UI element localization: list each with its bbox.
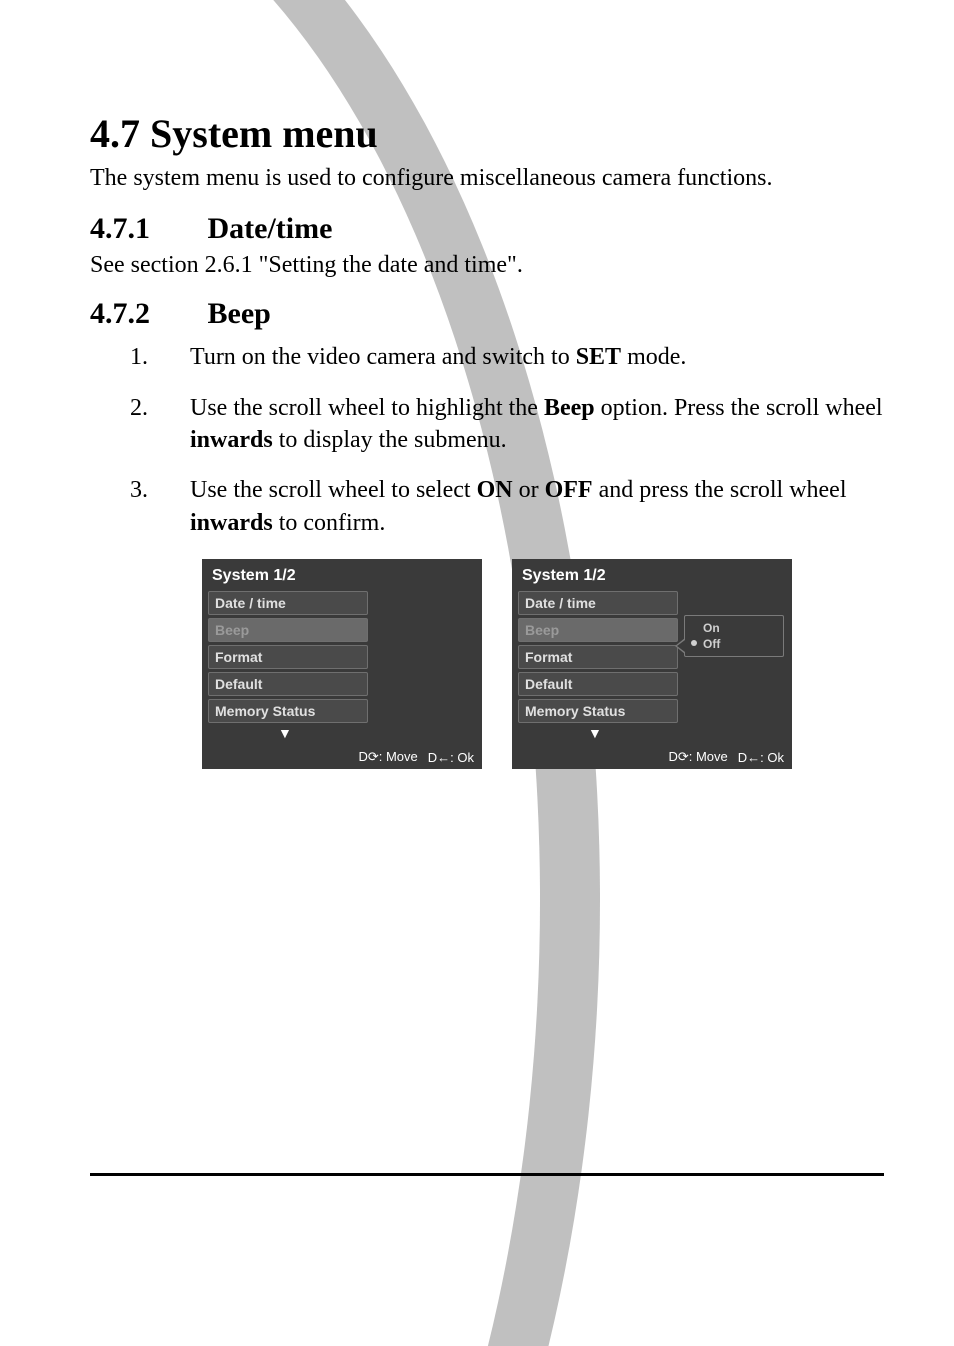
step-item: 2. Use the scroll wheel to highlight the… (130, 392, 884, 457)
lcd-menu-item-format[interactable]: Format (208, 645, 368, 669)
step-number: 2. (130, 392, 190, 457)
section-number: 4.7 (90, 111, 140, 156)
more-items-down-icon: ▼ (208, 726, 476, 740)
footer-rule (90, 1173, 884, 1176)
step-item: 3. Use the scroll wheel to select ON or … (130, 474, 884, 539)
beep-submenu-popup: On Off (684, 615, 784, 657)
lcd-menu-item-default[interactable]: Default (518, 672, 678, 696)
subsection-title: Date/time (208, 212, 333, 245)
lcd-system-menu: System 1/2 Date / time Beep Format Defau… (202, 559, 482, 769)
lcd-menu-item-beep[interactable]: Beep (518, 618, 678, 642)
step-number: 3. (130, 474, 190, 539)
lcd-hint-bar: D⟳: Move D←: Ok (518, 749, 786, 765)
lcd-menu-item-beep[interactable]: Beep (208, 618, 368, 642)
lcd-menu-item-memory-status[interactable]: Memory Status (518, 699, 678, 723)
beep-option-off[interactable]: Off (691, 636, 777, 652)
lcd-menu-list: Date / time Beep Format Default Memory S… (518, 591, 678, 726)
subsection-date-time: 4.7.1 Date/time (90, 212, 884, 246)
lcd-screenshots: System 1/2 Date / time Beep Format Defau… (90, 559, 884, 769)
subsection-title: Beep (208, 297, 271, 330)
section-title-text: System menu (150, 111, 378, 156)
lcd-hint-bar: D⟳: Move D←: Ok (208, 749, 476, 765)
subsection-number: 4.7.2 (90, 297, 200, 331)
lcd-menu-item-format[interactable]: Format (518, 645, 678, 669)
lcd-menu-item-date-time[interactable]: Date / time (518, 591, 678, 615)
selected-dot-icon (691, 640, 697, 646)
step-text: Turn on the video camera and switch to S… (190, 341, 884, 373)
lcd-title: System 1/2 (208, 565, 476, 591)
lcd-system-menu-with-popup: System 1/2 Date / time Beep Format Defau… (512, 559, 792, 769)
more-items-down-icon: ▼ (518, 726, 786, 740)
step-item: 1. Turn on the video camera and switch t… (130, 341, 884, 373)
beep-option-on[interactable]: On (691, 620, 777, 636)
lcd-menu-item-memory-status[interactable]: Memory Status (208, 699, 368, 723)
subsection-beep: 4.7.2 Beep (90, 297, 884, 331)
scroll-wheel-icon: D⟳ (668, 749, 688, 764)
lcd-menu-item-date-time[interactable]: Date / time (208, 591, 368, 615)
section-heading: 4.7 System menu (90, 110, 884, 157)
hint-ok: D←: Ok (738, 750, 784, 765)
hint-ok: D←: Ok (428, 750, 474, 765)
intro-paragraph: The system menu is used to configure mis… (90, 163, 884, 194)
lcd-menu-item-default[interactable]: Default (208, 672, 368, 696)
lcd-title: System 1/2 (518, 565, 786, 591)
step-text: Use the scroll wheel to select ON or OFF… (190, 474, 884, 539)
page-content: 4.7 System menu The system menu is used … (0, 0, 954, 1346)
scroll-wheel-icon: D⟳ (358, 749, 378, 764)
subsection-number: 4.7.1 (90, 212, 200, 246)
press-in-icon: D← (428, 750, 450, 765)
press-in-icon: D← (738, 750, 760, 765)
hint-move: D⟳: Move (668, 749, 727, 765)
date-time-reference: See section 2.6.1 "Setting the date and … (90, 252, 884, 279)
step-text: Use the scroll wheel to highlight the Be… (190, 392, 884, 457)
beep-steps-list: 1. Turn on the video camera and switch t… (90, 341, 884, 539)
lcd-menu-list: Date / time Beep Format Default Memory S… (208, 591, 368, 726)
hint-move: D⟳: Move (358, 749, 417, 765)
step-number: 1. (130, 341, 190, 373)
popup-pointer-icon (675, 638, 685, 654)
